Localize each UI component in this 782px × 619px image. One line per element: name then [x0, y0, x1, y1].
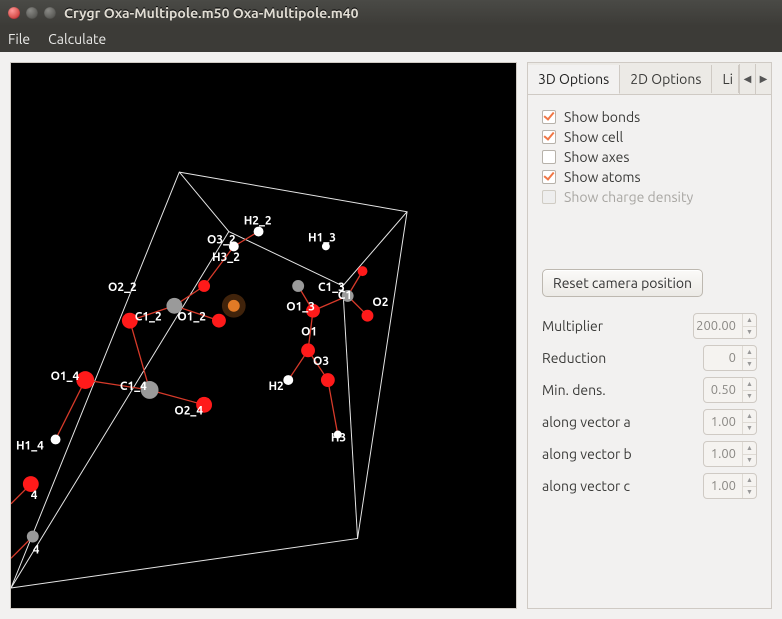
svg-text:C1: C1: [338, 289, 352, 302]
checkbox-label: Show cell: [564, 129, 623, 145]
svg-text:H2: H2: [268, 380, 284, 393]
checkbox-label: Show axes: [564, 149, 629, 165]
checkbox-show-atoms[interactable]: Show atoms: [542, 169, 757, 185]
svg-text:O2_2: O2_2: [108, 281, 137, 294]
options-panel: 3D Options 2D Options Li ◀ ▶ Show bonds …: [527, 62, 772, 609]
3d-viewport[interactable]: O2_2 H2_2 O3_2 H3_2 C1_2 O1_2 H1_3 C1_3 …: [10, 62, 517, 609]
tabs: 3D Options 2D Options Li ◀ ▶: [528, 63, 771, 95]
multiplier-value: 200.00: [694, 314, 742, 338]
svg-text:O3_2: O3_2: [207, 233, 236, 246]
svg-text:H1_3: H1_3: [308, 231, 336, 244]
along-a-value: 1.00: [704, 410, 742, 434]
chevron-up-icon[interactable]: ▲: [743, 346, 756, 359]
minimize-icon[interactable]: [26, 7, 38, 19]
multiplier-stepper[interactable]: 200.00 ▲▼: [693, 313, 757, 339]
checkbox-label: Show atoms: [564, 169, 641, 185]
chevron-down-icon[interactable]: ▼: [743, 327, 756, 339]
svg-text:H3: H3: [331, 431, 346, 444]
reset-camera-button[interactable]: Reset camera position: [542, 269, 703, 297]
chevron-down-icon[interactable]: ▼: [743, 391, 756, 403]
chevron-down-icon[interactable]: ▼: [743, 423, 756, 435]
multiplier-label: Multiplier: [542, 318, 685, 334]
menu-file[interactable]: File: [8, 31, 30, 47]
svg-text:4: 4: [31, 489, 38, 502]
svg-text:O2: O2: [372, 296, 388, 309]
min-dens-label: Min. dens.: [542, 382, 695, 398]
check-icon: [542, 130, 556, 144]
svg-text:O3: O3: [313, 355, 329, 368]
checkbox-label: Show bonds: [564, 109, 640, 125]
tab-2d-options[interactable]: 2D Options: [620, 65, 712, 93]
tab-3d-options[interactable]: 3D Options: [528, 65, 620, 94]
checkbox-label: Show charge density: [564, 189, 693, 205]
checkbox-show-bonds[interactable]: Show bonds: [542, 109, 757, 125]
along-a-label: along vector a: [542, 414, 695, 430]
svg-text:H3_2: H3_2: [212, 251, 240, 264]
svg-text:4: 4: [33, 543, 40, 556]
svg-text:C1_4: C1_4: [120, 380, 147, 393]
chevron-down-icon[interactable]: ▼: [743, 455, 756, 467]
tab-scroll-right-icon[interactable]: ▶: [755, 64, 771, 94]
checkbox-show-axes[interactable]: Show axes: [542, 149, 757, 165]
check-icon: [542, 170, 556, 184]
check-icon: [542, 150, 556, 164]
along-c-stepper[interactable]: 1.00 ▲▼: [703, 473, 757, 499]
tab-scroll-left-icon[interactable]: ◀: [739, 64, 755, 94]
menu-bar: File Calculate: [0, 26, 782, 52]
chevron-down-icon[interactable]: ▼: [743, 359, 756, 371]
svg-text:O1_2: O1_2: [177, 311, 206, 324]
maximize-icon[interactable]: [44, 7, 56, 19]
titlebar: Crygr Oxa-Multipole.m50 Oxa-Multipole.m4…: [0, 0, 782, 26]
along-a-stepper[interactable]: 1.00 ▲▼: [703, 409, 757, 435]
tab-lines[interactable]: Li: [712, 65, 739, 93]
window-buttons: [8, 7, 56, 19]
reduction-label: Reduction: [542, 350, 695, 366]
svg-text:O1_4: O1_4: [51, 370, 80, 383]
chevron-up-icon[interactable]: ▲: [743, 474, 756, 487]
chevron-up-icon[interactable]: ▲: [743, 378, 756, 391]
checkbox-show-cell[interactable]: Show cell: [542, 129, 757, 145]
reduction-stepper[interactable]: 0 ▲▼: [703, 345, 757, 371]
chevron-up-icon[interactable]: ▲: [743, 410, 756, 423]
min-dens-stepper[interactable]: 0.50 ▲▼: [703, 377, 757, 403]
chevron-up-icon[interactable]: ▲: [743, 442, 756, 455]
chevron-down-icon[interactable]: ▼: [743, 487, 756, 499]
check-icon: [542, 190, 556, 204]
close-icon[interactable]: [8, 7, 20, 19]
along-c-value: 1.00: [704, 474, 742, 498]
reduction-value: 0: [704, 346, 742, 370]
svg-text:H1_4: H1_4: [16, 439, 44, 452]
svg-text:C1_2: C1_2: [135, 311, 162, 324]
svg-text:H2_2: H2_2: [244, 215, 272, 228]
svg-text:O2_4: O2_4: [174, 405, 203, 418]
chevron-up-icon[interactable]: ▲: [743, 314, 756, 327]
check-icon: [542, 110, 556, 124]
svg-text:O1: O1: [301, 326, 317, 339]
svg-text:O1_3: O1_3: [286, 301, 315, 314]
menu-calculate[interactable]: Calculate: [48, 31, 106, 47]
along-b-stepper[interactable]: 1.00 ▲▼: [703, 441, 757, 467]
checkbox-show-charge-density: Show charge density: [542, 189, 757, 205]
along-c-label: along vector c: [542, 478, 695, 494]
min-dens-value: 0.50: [704, 378, 742, 402]
window-title: Crygr Oxa-Multipole.m50 Oxa-Multipole.m4…: [64, 5, 359, 21]
along-b-label: along vector b: [542, 446, 695, 462]
along-b-value: 1.00: [704, 442, 742, 466]
